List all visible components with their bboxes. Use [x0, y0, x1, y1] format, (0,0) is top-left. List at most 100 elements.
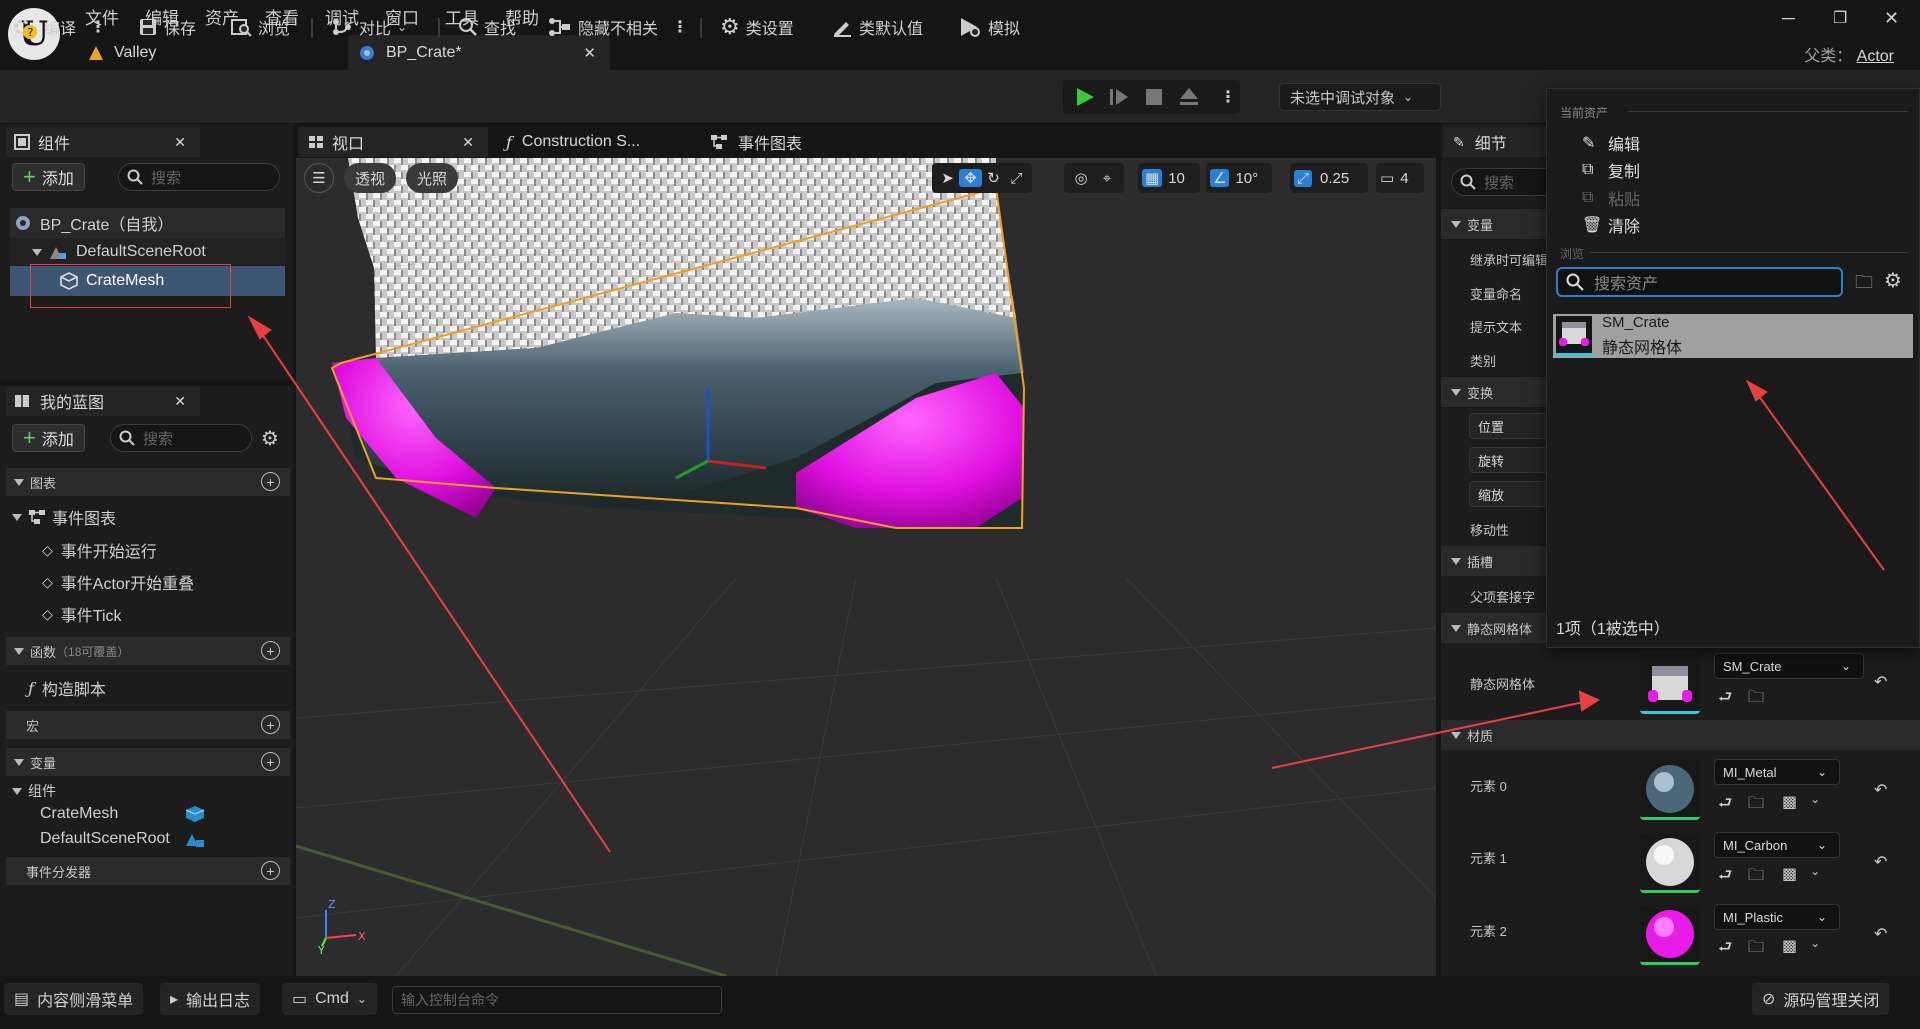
section-variables[interactable]: 变量 +	[6, 748, 290, 776]
save-button[interactable]: 保存	[138, 13, 196, 41]
components-variable-group[interactable]: 组件	[12, 781, 56, 801]
tab-details[interactable]: ✎ 细节	[1443, 127, 1553, 157]
debug-object-select[interactable]: 未选中调试对象 ⌄	[1279, 83, 1441, 111]
section-event-dispatchers[interactable]: 事件分发器 +	[6, 857, 290, 885]
section-functions[interactable]: 函数 （18可覆盖） +	[6, 637, 290, 665]
event-begin-play[interactable]: ◇ 事件开始运行	[42, 538, 157, 562]
hide-unrelated-button[interactable]: 隐藏不相关 ⋮	[548, 13, 688, 41]
add-function-icon[interactable]: +	[261, 641, 280, 660]
add-dispatcher-icon[interactable]: +	[261, 861, 280, 880]
reset-to-default-icon[interactable]: ↶	[1874, 672, 1887, 692]
section-graphs[interactable]: 图表 +	[6, 468, 290, 496]
material-thumbnail-metal[interactable]	[1640, 760, 1700, 820]
select-tool-icon[interactable]: ➤	[936, 169, 959, 187]
scale-tool-icon[interactable]: ⤢	[1005, 170, 1028, 187]
gear-icon[interactable]: ⚙	[261, 426, 279, 451]
output-log-button[interactable]: ▸ 输出日志	[160, 983, 261, 1015]
maximize-icon[interactable]: ❐	[1833, 8, 1847, 28]
material-select-0[interactable]: MI_Metal ⌄	[1714, 759, 1840, 785]
diff-button[interactable]: 对比 ⌄	[331, 13, 407, 41]
event-graph-item[interactable]: 事件图表	[12, 505, 116, 529]
perspective-button[interactable]: 透视	[344, 163, 396, 193]
popup-copy-item[interactable]: ⧉ 复制	[1582, 158, 1640, 182]
popup-edit-item[interactable]: ✎ 编辑	[1582, 131, 1640, 155]
event-actor-begin-overlap[interactable]: ◇ 事件Actor开始重叠	[42, 570, 194, 594]
content-drawer-button[interactable]: ▤ 内容侧滑菜单	[4, 983, 144, 1015]
find-button[interactable]: 查找	[458, 13, 516, 41]
details-search-input[interactable]: 搜索	[1451, 168, 1561, 196]
event-tick[interactable]: ◇ 事件Tick	[42, 602, 122, 626]
scale-dropdown[interactable]: 缩放	[1469, 481, 1549, 507]
use-selected-icon[interactable]: ⮐	[1718, 792, 1732, 819]
tab-valley[interactable]: Valley	[88, 35, 338, 70]
class-settings-button[interactable]: ⚙ 类设置	[720, 13, 794, 41]
minimize-icon[interactable]: ─	[1782, 8, 1795, 29]
hide-options-icon[interactable]: ⋮	[672, 17, 688, 37]
tab-components[interactable]: 组件 ✕	[6, 127, 200, 157]
source-control-button[interactable]: ⊘ 源码管理关闭	[1752, 983, 1890, 1015]
material-preview-icon[interactable]: ▩	[1782, 792, 1797, 812]
compile-options-icon[interactable]: ⋮	[90, 17, 106, 37]
rotation-snap-toggle[interactable]: ∠ 10°	[1206, 163, 1272, 193]
details-section-materials[interactable]: 材质	[1441, 720, 1920, 750]
folder-icon[interactable]: 🗀	[1855, 270, 1873, 300]
gear-icon[interactable]: ⚙	[1884, 268, 1902, 293]
class-defaults-button[interactable]: 类默认值	[831, 13, 923, 41]
use-selected-icon[interactable]: ⮐	[1718, 936, 1732, 963]
expand-arrow-icon[interactable]	[32, 248, 42, 256]
console-input[interactable]: 输入控制台命令	[392, 986, 722, 1014]
tab-my-blueprint[interactable]: 我的蓝图 ✕	[6, 386, 200, 416]
tree-item-self[interactable]: BP_Crate（自我）	[10, 208, 285, 238]
play-options-icon[interactable]: ⋮	[1220, 83, 1236, 111]
reset-to-default-icon[interactable]: ↶	[1874, 852, 1887, 872]
lighting-button[interactable]: 光照	[406, 163, 458, 193]
close-tab-icon[interactable]: ✕	[462, 134, 474, 151]
my-blueprint-search-input[interactable]: 搜索	[110, 424, 252, 452]
material-thumbnail-plastic[interactable]	[1640, 905, 1700, 965]
material-select-2[interactable]: MI_Plastic ⌄	[1714, 904, 1840, 930]
components-search-input[interactable]: 搜索	[118, 163, 280, 191]
popup-clear-item[interactable]: 🗑 清除	[1582, 213, 1640, 237]
material-thumbnail-carbon[interactable]	[1640, 833, 1700, 893]
material-preview-icon[interactable]: ▩	[1782, 936, 1797, 956]
tree-item-default-scene-root[interactable]: DefaultSceneRoot	[10, 238, 285, 266]
browse-asset-icon[interactable]: 🗀	[1748, 864, 1764, 891]
chevron-down-icon[interactable]: ⌄	[1810, 864, 1820, 878]
close-tab-icon[interactable]: ✕	[583, 44, 596, 62]
add-member-button[interactable]: + 添加	[12, 424, 85, 452]
close-panel-icon[interactable]: ✕	[174, 134, 186, 151]
compile-button[interactable]: ? 编译 ⋮	[12, 13, 106, 41]
tab-construction-script[interactable]: ƒ Construction S...	[506, 127, 686, 157]
static-mesh-asset-select[interactable]: SM_Crate ⌄	[1714, 653, 1864, 679]
world-space-icon[interactable]: ◎	[1068, 169, 1094, 187]
parent-class-value[interactable]: Actor	[1857, 48, 1894, 65]
static-mesh-thumbnail[interactable]	[1640, 654, 1700, 714]
grid-snap-toggle[interactable]: ▦ 10	[1138, 163, 1200, 193]
material-select-1[interactable]: MI_Carbon ⌄	[1714, 832, 1840, 858]
add-macro-icon[interactable]: +	[261, 715, 280, 734]
use-selected-icon[interactable]: ⮐	[1718, 686, 1732, 713]
reset-to-default-icon[interactable]: ↶	[1874, 924, 1887, 944]
construction-script-item[interactable]: ƒ 构造脚本	[28, 676, 106, 700]
close-panel-icon[interactable]: ✕	[174, 393, 186, 410]
browse-asset-icon[interactable]: 🗀	[1748, 686, 1764, 713]
viewport-3d[interactable]: X Y Z	[296, 158, 1436, 976]
section-macros[interactable]: 宏 +	[6, 711, 290, 739]
browse-asset-icon[interactable]: 🗀	[1748, 792, 1764, 819]
reset-to-default-icon[interactable]: ↶	[1874, 780, 1887, 800]
location-dropdown[interactable]: 位置	[1469, 413, 1549, 439]
add-variable-icon[interactable]: +	[261, 752, 280, 771]
eject-button[interactable]	[1178, 83, 1200, 111]
chevron-down-icon[interactable]: ⌄	[1810, 792, 1820, 806]
browse-button[interactable]: 浏览	[230, 13, 290, 41]
viewport-menu-button[interactable]: ☰	[304, 163, 334, 193]
add-graph-icon[interactable]: +	[261, 472, 280, 491]
stop-button[interactable]	[1144, 83, 1164, 111]
cmd-select[interactable]: ▭ Cmd ⌄	[282, 983, 377, 1015]
chevron-down-icon[interactable]: ⌄	[1810, 936, 1820, 950]
variable-default-scene-root[interactable]: DefaultSceneRoot	[40, 830, 170, 848]
surface-snap-icon[interactable]: ⌖	[1094, 170, 1120, 187]
tab-event-graph[interactable]: 事件图表	[710, 127, 860, 157]
play-button[interactable]	[1074, 83, 1096, 111]
material-preview-icon[interactable]: ▩	[1782, 864, 1797, 884]
